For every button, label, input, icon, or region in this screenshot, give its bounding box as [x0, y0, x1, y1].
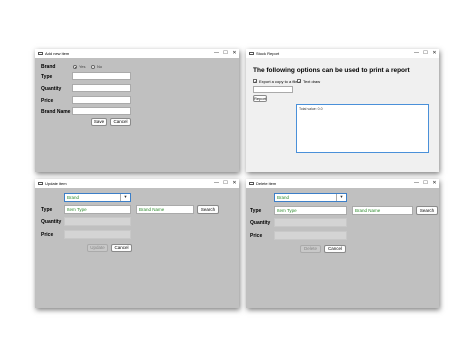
app-icon: [38, 182, 43, 185]
combo-value: Brand: [67, 195, 80, 200]
minimize-icon[interactable]: —: [212, 49, 221, 58]
minimize-icon[interactable]: —: [412, 179, 421, 188]
report-button[interactable]: Report: [253, 95, 267, 102]
quantity-label: Quantity: [41, 86, 62, 92]
search-button[interactable]: Search: [416, 206, 438, 215]
window-title: Delete item: [256, 181, 277, 186]
search-button[interactable]: Search: [197, 205, 219, 214]
app-icon: [38, 52, 43, 55]
minimize-icon[interactable]: —: [412, 49, 421, 58]
close-icon[interactable]: ✕: [430, 179, 439, 188]
price-input[interactable]: [274, 231, 347, 240]
combo-value: Brand: [277, 195, 290, 200]
price-label: Price: [41, 232, 54, 238]
type-input[interactable]: Item Type: [64, 205, 131, 214]
maximize-icon[interactable]: ☐: [421, 49, 430, 58]
cancel-button[interactable]: Cancel: [111, 244, 132, 252]
quantity-label: Quantity: [41, 219, 62, 225]
brand-name-input[interactable]: Brand Name: [136, 205, 194, 214]
maximize-icon[interactable]: ☐: [221, 179, 230, 188]
brand-label: Brand: [41, 64, 56, 70]
quantity-label: Quantity: [250, 220, 271, 226]
close-icon[interactable]: ✕: [230, 179, 239, 188]
report-heading: The following options can be used to pri…: [253, 67, 410, 74]
type-input[interactable]: [72, 72, 131, 80]
report-titlebar[interactable]: Stock Report — ☐ ✕: [246, 49, 439, 58]
quantity-input[interactable]: [274, 218, 347, 227]
export-checkbox[interactable]: ✓: [253, 79, 257, 84]
chevron-down-icon[interactable]: ▼: [120, 194, 130, 201]
text-label: Text draw: [303, 79, 321, 84]
update-titlebar[interactable]: Update item — ☐ ✕: [35, 179, 239, 188]
type-input[interactable]: Item Type: [274, 206, 347, 215]
radio-no-label: No: [97, 64, 103, 69]
price-label: Price: [250, 233, 263, 239]
price-input[interactable]: [72, 96, 131, 104]
save-button[interactable]: Save: [91, 118, 107, 126]
brand-name-input[interactable]: Brand Name: [352, 206, 413, 215]
app-icon: [249, 52, 254, 55]
radio-yes-label: Yes: [79, 64, 86, 69]
report-output[interactable]: Total value: 0.0: [296, 104, 429, 153]
minimize-icon[interactable]: —: [212, 179, 221, 188]
brand-name-input[interactable]: [72, 107, 131, 115]
radio-yes[interactable]: [73, 65, 77, 69]
maximize-icon[interactable]: ☐: [221, 49, 230, 58]
type-label: Type: [250, 208, 262, 214]
add-item-titlebar[interactable]: Add new item — ☐ ✕: [35, 49, 239, 58]
export-label: Export a copy to a file: [259, 79, 298, 84]
filename-input[interactable]: [253, 86, 293, 93]
report-output-text: Total value: 0.0: [299, 107, 323, 111]
close-icon[interactable]: ✕: [230, 49, 239, 58]
cancel-button[interactable]: Cancel: [110, 118, 131, 126]
brand-name-label: Brand Name: [41, 109, 71, 115]
update-button[interactable]: Update: [87, 244, 108, 252]
stock-report-window: Stock Report — ☐ ✕ The following options…: [246, 49, 439, 172]
add-item-window: Add new item — ☐ ✕ Brand Yes No Type Qua…: [35, 49, 239, 172]
window-title: Add new item: [45, 51, 70, 56]
radio-no[interactable]: [91, 65, 95, 69]
delete-button[interactable]: Delete: [300, 245, 321, 253]
cancel-button[interactable]: Cancel: [324, 245, 346, 253]
search-field-combo[interactable]: Brand ▼: [64, 193, 131, 202]
quantity-input[interactable]: [72, 84, 131, 92]
update-item-window: Update item — ☐ ✕ Brand ▼ Type Item Type…: [35, 179, 239, 308]
chevron-down-icon[interactable]: ▼: [336, 194, 346, 201]
maximize-icon[interactable]: ☐: [421, 179, 430, 188]
delete-item-window: Delete item — ☐ ✕ Brand ▼ Type Item Type…: [246, 179, 439, 308]
type-label: Type: [41, 74, 53, 80]
window-title: Update item: [45, 181, 67, 186]
close-icon[interactable]: ✕: [430, 49, 439, 58]
type-label: Type: [41, 207, 53, 213]
text-checkbox[interactable]: ✓: [297, 79, 301, 84]
price-label: Price: [41, 98, 54, 104]
delete-titlebar[interactable]: Delete item — ☐ ✕: [246, 179, 439, 188]
price-input[interactable]: [64, 230, 131, 239]
quantity-input[interactable]: [64, 217, 131, 226]
search-field-combo[interactable]: Brand ▼: [274, 193, 347, 202]
app-icon: [249, 182, 254, 185]
window-title: Stock Report: [256, 51, 280, 56]
